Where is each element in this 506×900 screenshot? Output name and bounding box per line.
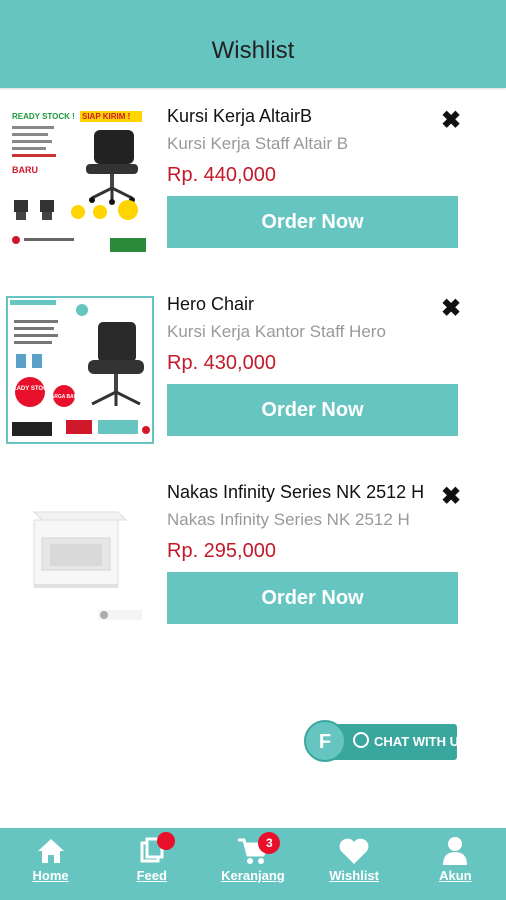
svg-text:HARGA BARU: HARGA BARU	[47, 394, 81, 400]
product-name[interactable]: Kursi Kerja AltairB	[167, 106, 312, 127]
product-subtitle: Nakas Infinity Series NK 2512 H	[167, 510, 410, 529]
product-image[interactable]: READY STOCK ! SIAP KIRIM ! BARU	[6, 108, 154, 256]
remove-icon[interactable]: ✖	[440, 106, 462, 135]
bottom-nav: Home Feed 3 Keranjang Wishlist Akun	[0, 828, 506, 900]
order-now-button[interactable]: Order Now	[167, 384, 458, 436]
nav-home[interactable]: Home	[0, 828, 101, 900]
product-image[interactable]: READY STOCK HARGA BARU	[6, 296, 154, 444]
heart-icon	[338, 836, 370, 866]
chat-with-us-button[interactable]: F CHAT WITH US	[303, 720, 468, 762]
svg-text:F: F	[319, 731, 331, 753]
nav-label: Wishlist	[329, 868, 380, 883]
wishlist-item: Nakas Infinity Series NK 2512 H Nakas In…	[0, 482, 506, 644]
nav-label: Keranjang	[221, 868, 285, 883]
nav-label: Home	[32, 868, 69, 883]
wishlist-item: READY STOCK ! SIAP KIRIM ! BARU Kursi Ke…	[0, 106, 506, 268]
app-header: Wishlist	[0, 0, 506, 88]
product-name[interactable]: Nakas Infinity Series NK 2512 H	[167, 482, 424, 503]
nav-akun[interactable]: Akun	[405, 828, 506, 900]
wishlist-item: READY STOCK HARGA BARU Hero Chair Kursi …	[0, 294, 506, 456]
home-icon	[35, 836, 67, 866]
svg-text:SIAP KIRIM !: SIAP KIRIM !	[82, 112, 130, 121]
order-now-button[interactable]: Order Now	[167, 196, 458, 248]
nav-label: Akun	[439, 868, 472, 883]
product-price: Rp. 295,000	[167, 540, 276, 562]
product-subtitle: Kursi Kerja Kantor Staff Hero	[167, 322, 386, 341]
svg-text:CHAT WITH US: CHAT WITH US	[374, 734, 459, 749]
user-icon	[439, 836, 471, 866]
nav-wishlist[interactable]: Wishlist	[304, 828, 405, 900]
product-price: Rp. 440,000	[167, 164, 276, 186]
remove-icon[interactable]: ✖	[440, 294, 462, 323]
order-now-button[interactable]: Order Now	[167, 572, 458, 624]
nav-feed[interactable]: Feed	[101, 828, 202, 900]
product-subtitle: Kursi Kerja Staff Altair B	[167, 134, 349, 153]
page-title: Wishlist	[211, 37, 295, 64]
svg-text:READY STOCK: READY STOCK	[8, 386, 52, 392]
svg-text:BARU: BARU	[12, 165, 38, 175]
svg-text:READY STOCK !: READY STOCK !	[12, 112, 75, 121]
product-price: Rp. 430,000	[167, 352, 276, 374]
nav-label: Feed	[136, 868, 167, 883]
remove-icon[interactable]: ✖	[440, 482, 462, 511]
product-image[interactable]	[6, 484, 154, 632]
nav-keranjang[interactable]: 3 Keranjang	[202, 828, 303, 900]
product-name[interactable]: Hero Chair	[167, 294, 254, 315]
notification-dot	[157, 832, 176, 850]
cart-count-badge: 3	[258, 832, 281, 854]
